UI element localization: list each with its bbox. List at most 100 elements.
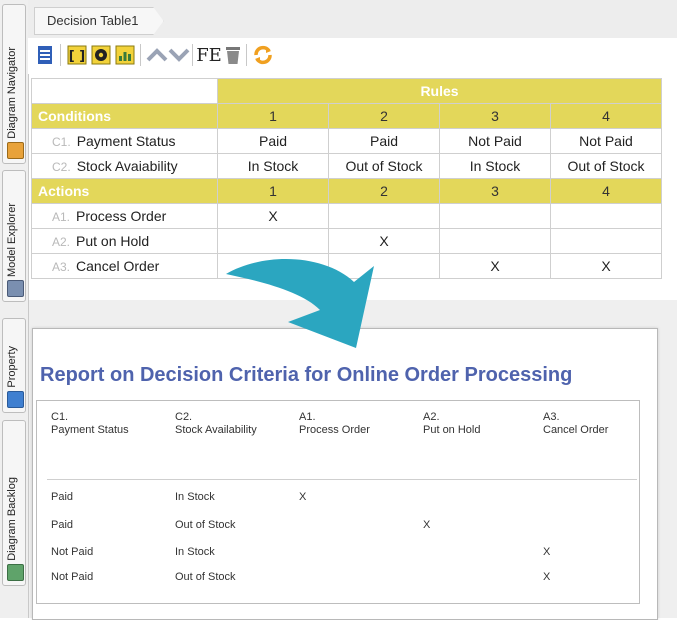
rules-header: Rules xyxy=(217,78,662,104)
report-header-name: Cancel Order xyxy=(543,424,609,436)
table-cell[interactable]: X xyxy=(217,203,329,229)
table-cell[interactable]: In Stock xyxy=(217,153,329,179)
table-cell[interactable] xyxy=(550,203,662,229)
table-cell[interactable] xyxy=(439,203,551,229)
rule-number: 2 xyxy=(328,103,440,129)
action-label[interactable]: A3. Cancel Order xyxy=(31,253,218,279)
rule-number: 1 xyxy=(217,103,329,129)
table-cell[interactable]: X xyxy=(550,253,662,279)
condition-name: Stock Avaiability xyxy=(76,158,178,174)
table-cell[interactable]: Paid xyxy=(328,128,440,154)
navigator-icon xyxy=(7,142,24,159)
backlog-icon xyxy=(7,564,24,581)
report-header-code: A2. xyxy=(423,411,440,423)
report-cell: Paid xyxy=(51,519,74,531)
tab-property[interactable]: Property xyxy=(2,318,26,413)
rule-number: 4 xyxy=(550,178,662,204)
report-header-name: Put on Hold xyxy=(423,424,481,436)
report-cell: X xyxy=(299,491,307,503)
refresh-icon[interactable] xyxy=(252,43,274,67)
report-header-name: Stock Availability xyxy=(175,424,257,436)
report-header-name: Payment Status xyxy=(51,424,129,436)
table-row: C2. Stock Avaiability In Stock Out of Sto… xyxy=(31,153,662,179)
rule-number: 1 xyxy=(217,178,329,204)
tab-property-label: Property xyxy=(6,346,18,388)
fe-icon[interactable]: FE xyxy=(196,43,222,67)
rule-number: 4 xyxy=(550,103,662,129)
report-header-name: Process Order xyxy=(299,424,370,436)
action-label[interactable]: A1. Process Order xyxy=(31,203,218,229)
table-row: A2. Put on Hold X xyxy=(31,228,662,254)
report-header: C2. Stock Availability xyxy=(175,411,257,437)
table-icon[interactable] xyxy=(34,43,56,67)
report-cell: Out of Stock xyxy=(175,571,236,583)
table-cell[interactable] xyxy=(217,228,329,254)
chart-icon[interactable] xyxy=(114,43,136,67)
svg-text:[ ]: [ ] xyxy=(69,49,85,64)
move-up-icon[interactable] xyxy=(146,43,168,67)
tab-decision-table[interactable]: Decision Table1 xyxy=(34,7,164,35)
delete-icon[interactable] xyxy=(222,43,244,67)
corner-cell xyxy=(31,78,218,104)
condition-label[interactable]: C1. Payment Status xyxy=(31,128,218,154)
property-icon xyxy=(7,391,24,408)
rule-number: 2 xyxy=(328,178,440,204)
actions-header: Actions xyxy=(31,178,218,204)
action-name: Process Order xyxy=(76,208,167,224)
tab-model-explorer-label: Model Explorer xyxy=(6,203,18,277)
report-header: A3. Cancel Order xyxy=(543,411,608,437)
table-cell[interactable]: X xyxy=(328,228,440,254)
table-cell[interactable]: Not Paid xyxy=(550,128,662,154)
condition-label[interactable]: C2. Stock Avaiability xyxy=(31,153,218,179)
action-prefix: A1. xyxy=(52,210,71,224)
report-cell: X xyxy=(423,519,431,531)
tab-diagram-navigator[interactable]: Diagram Navigator xyxy=(2,4,26,164)
table-cell[interactable]: Out of Stock xyxy=(550,153,662,179)
report-header: A2. Put on Hold xyxy=(423,411,480,437)
bracket-icon[interactable]: [ ] xyxy=(66,43,88,67)
report-header-code: C2. xyxy=(175,411,193,423)
tab-diagram-backlog-label: Diagram Backlog xyxy=(6,477,18,561)
table-cell[interactable] xyxy=(328,203,440,229)
tab-diagram-backlog[interactable]: Diagram Backlog xyxy=(2,420,26,586)
report-cell: Not Paid xyxy=(51,546,94,558)
left-sidebar: Diagram Navigator Model Explorer Propert… xyxy=(0,0,29,618)
report-cell: In Stock xyxy=(175,546,215,558)
table-cell[interactable]: Paid xyxy=(217,128,329,154)
table-cell[interactable] xyxy=(439,228,551,254)
tab-diagram-navigator-label: Diagram Navigator xyxy=(6,47,18,139)
action-label[interactable]: A2. Put on Hold xyxy=(31,228,218,254)
rule-number: 3 xyxy=(439,178,551,204)
report-header-code: C1. xyxy=(51,411,69,423)
curved-arrow-icon xyxy=(226,259,374,348)
table-cell[interactable] xyxy=(550,228,662,254)
condition-name: Payment Status xyxy=(76,133,176,149)
report-cell: X xyxy=(543,571,551,583)
table-cell[interactable]: Out of Stock xyxy=(328,153,440,179)
report-divider xyxy=(47,479,637,480)
decision-table: Rules Conditions 1 2 3 4 C1. Payment Stat… xyxy=(31,78,662,279)
table-cell[interactable]: X xyxy=(439,253,551,279)
report-header: A1. Process Order xyxy=(299,411,370,437)
move-down-icon[interactable] xyxy=(168,43,190,67)
report-header: C1. Payment Status xyxy=(51,411,129,437)
action-name: Cancel Order xyxy=(76,258,160,274)
rule-number: 3 xyxy=(439,103,551,129)
table-cell[interactable]: Not Paid xyxy=(439,128,551,154)
toolbar: [ ] FE xyxy=(28,38,677,74)
tab-model-explorer[interactable]: Model Explorer xyxy=(2,170,26,302)
report-title: Report on Decision Criteria for Online O… xyxy=(40,364,573,386)
action-name: Put on Hold xyxy=(76,233,150,249)
tab-strip: Decision Table1 xyxy=(28,0,677,38)
report-cell: Paid xyxy=(51,491,74,503)
table-cell[interactable]: In Stock xyxy=(439,153,551,179)
table-row: A1. Process Order X xyxy=(31,203,662,229)
report-header-code: A3. xyxy=(543,411,560,423)
report-header-code: A1. xyxy=(299,411,316,423)
report-cell: Not Paid xyxy=(51,571,94,583)
report-cell: In Stock xyxy=(175,491,215,503)
report-cell: X xyxy=(543,546,551,558)
report-table: C1. Payment Status C2. Stock Availability … xyxy=(36,400,640,604)
explorer-icon xyxy=(7,280,24,297)
gear-icon[interactable] xyxy=(90,43,112,67)
